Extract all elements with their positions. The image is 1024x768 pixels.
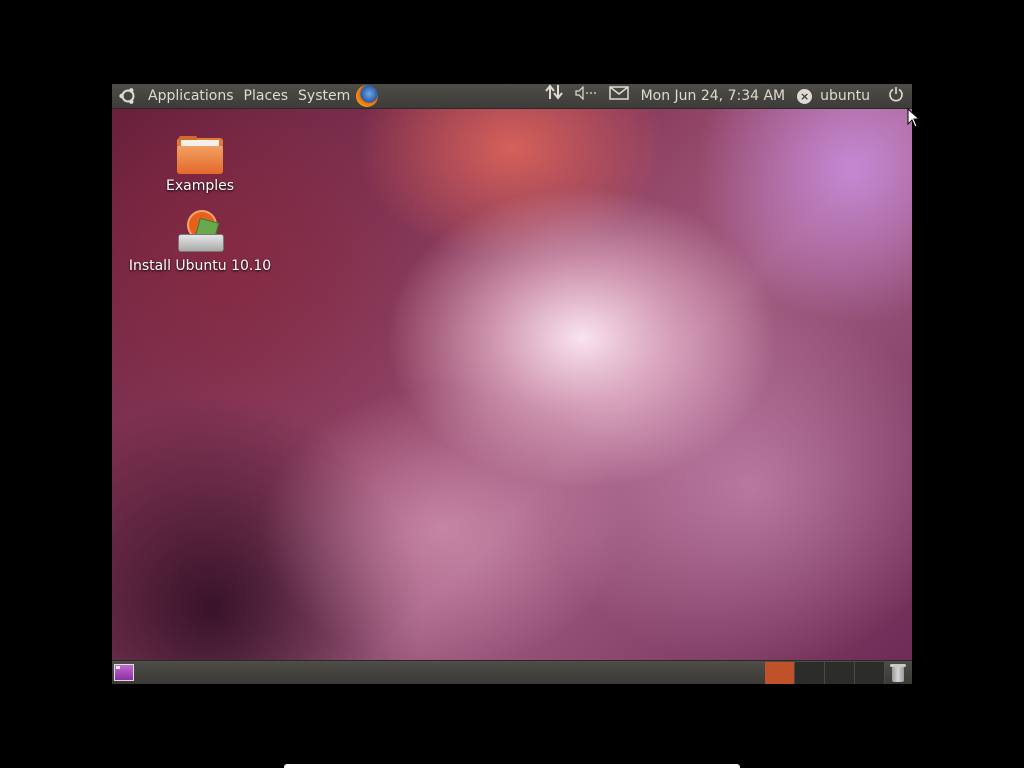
desktop-icon-install-ubuntu[interactable]: Install Ubuntu 10.10 — [120, 210, 280, 274]
user-menu[interactable]: × ubuntu — [797, 88, 870, 104]
desktop-icon-label: Install Ubuntu 10.10 — [128, 258, 272, 274]
menu-places[interactable]: Places — [244, 84, 289, 108]
volume-icon[interactable] — [574, 84, 597, 108]
workspace-4[interactable] — [855, 662, 885, 684]
menu-system[interactable]: System — [298, 84, 350, 108]
user-name: ubuntu — [820, 88, 870, 104]
system-tray: Mon Jun 24, 7:34 AM × ubuntu — [544, 84, 912, 108]
ubuntu-logo-icon[interactable] — [118, 86, 138, 106]
workspace-switcher — [765, 662, 885, 684]
workspace-2[interactable] — [795, 662, 825, 684]
folder-icon — [177, 136, 223, 174]
show-desktop-icon[interactable] — [114, 664, 134, 681]
bottom-panel — [112, 660, 912, 684]
mail-icon[interactable] — [608, 84, 629, 108]
bottom-edge-bar — [284, 764, 740, 768]
installer-icon — [175, 210, 225, 254]
session-status-icon: × — [797, 88, 813, 104]
workspace-3[interactable] — [825, 662, 855, 684]
trash-icon[interactable] — [889, 663, 907, 683]
clock[interactable]: Mon Jun 24, 7:34 AM — [641, 88, 786, 104]
desktop-screen: Applications Places System Mon Jun 24, 7… — [112, 84, 912, 684]
firefox-launcher-icon[interactable] — [356, 85, 379, 107]
menu-applications[interactable]: Applications — [148, 84, 234, 108]
power-icon[interactable] — [888, 86, 904, 106]
workspace-1[interactable] — [765, 662, 795, 684]
desktop-icon-label: Examples — [165, 178, 235, 194]
network-arrows-icon[interactable] — [544, 84, 563, 108]
top-panel: Applications Places System Mon Jun 24, 7… — [112, 84, 912, 109]
desktop-icon-examples[interactable]: Examples — [120, 136, 280, 194]
